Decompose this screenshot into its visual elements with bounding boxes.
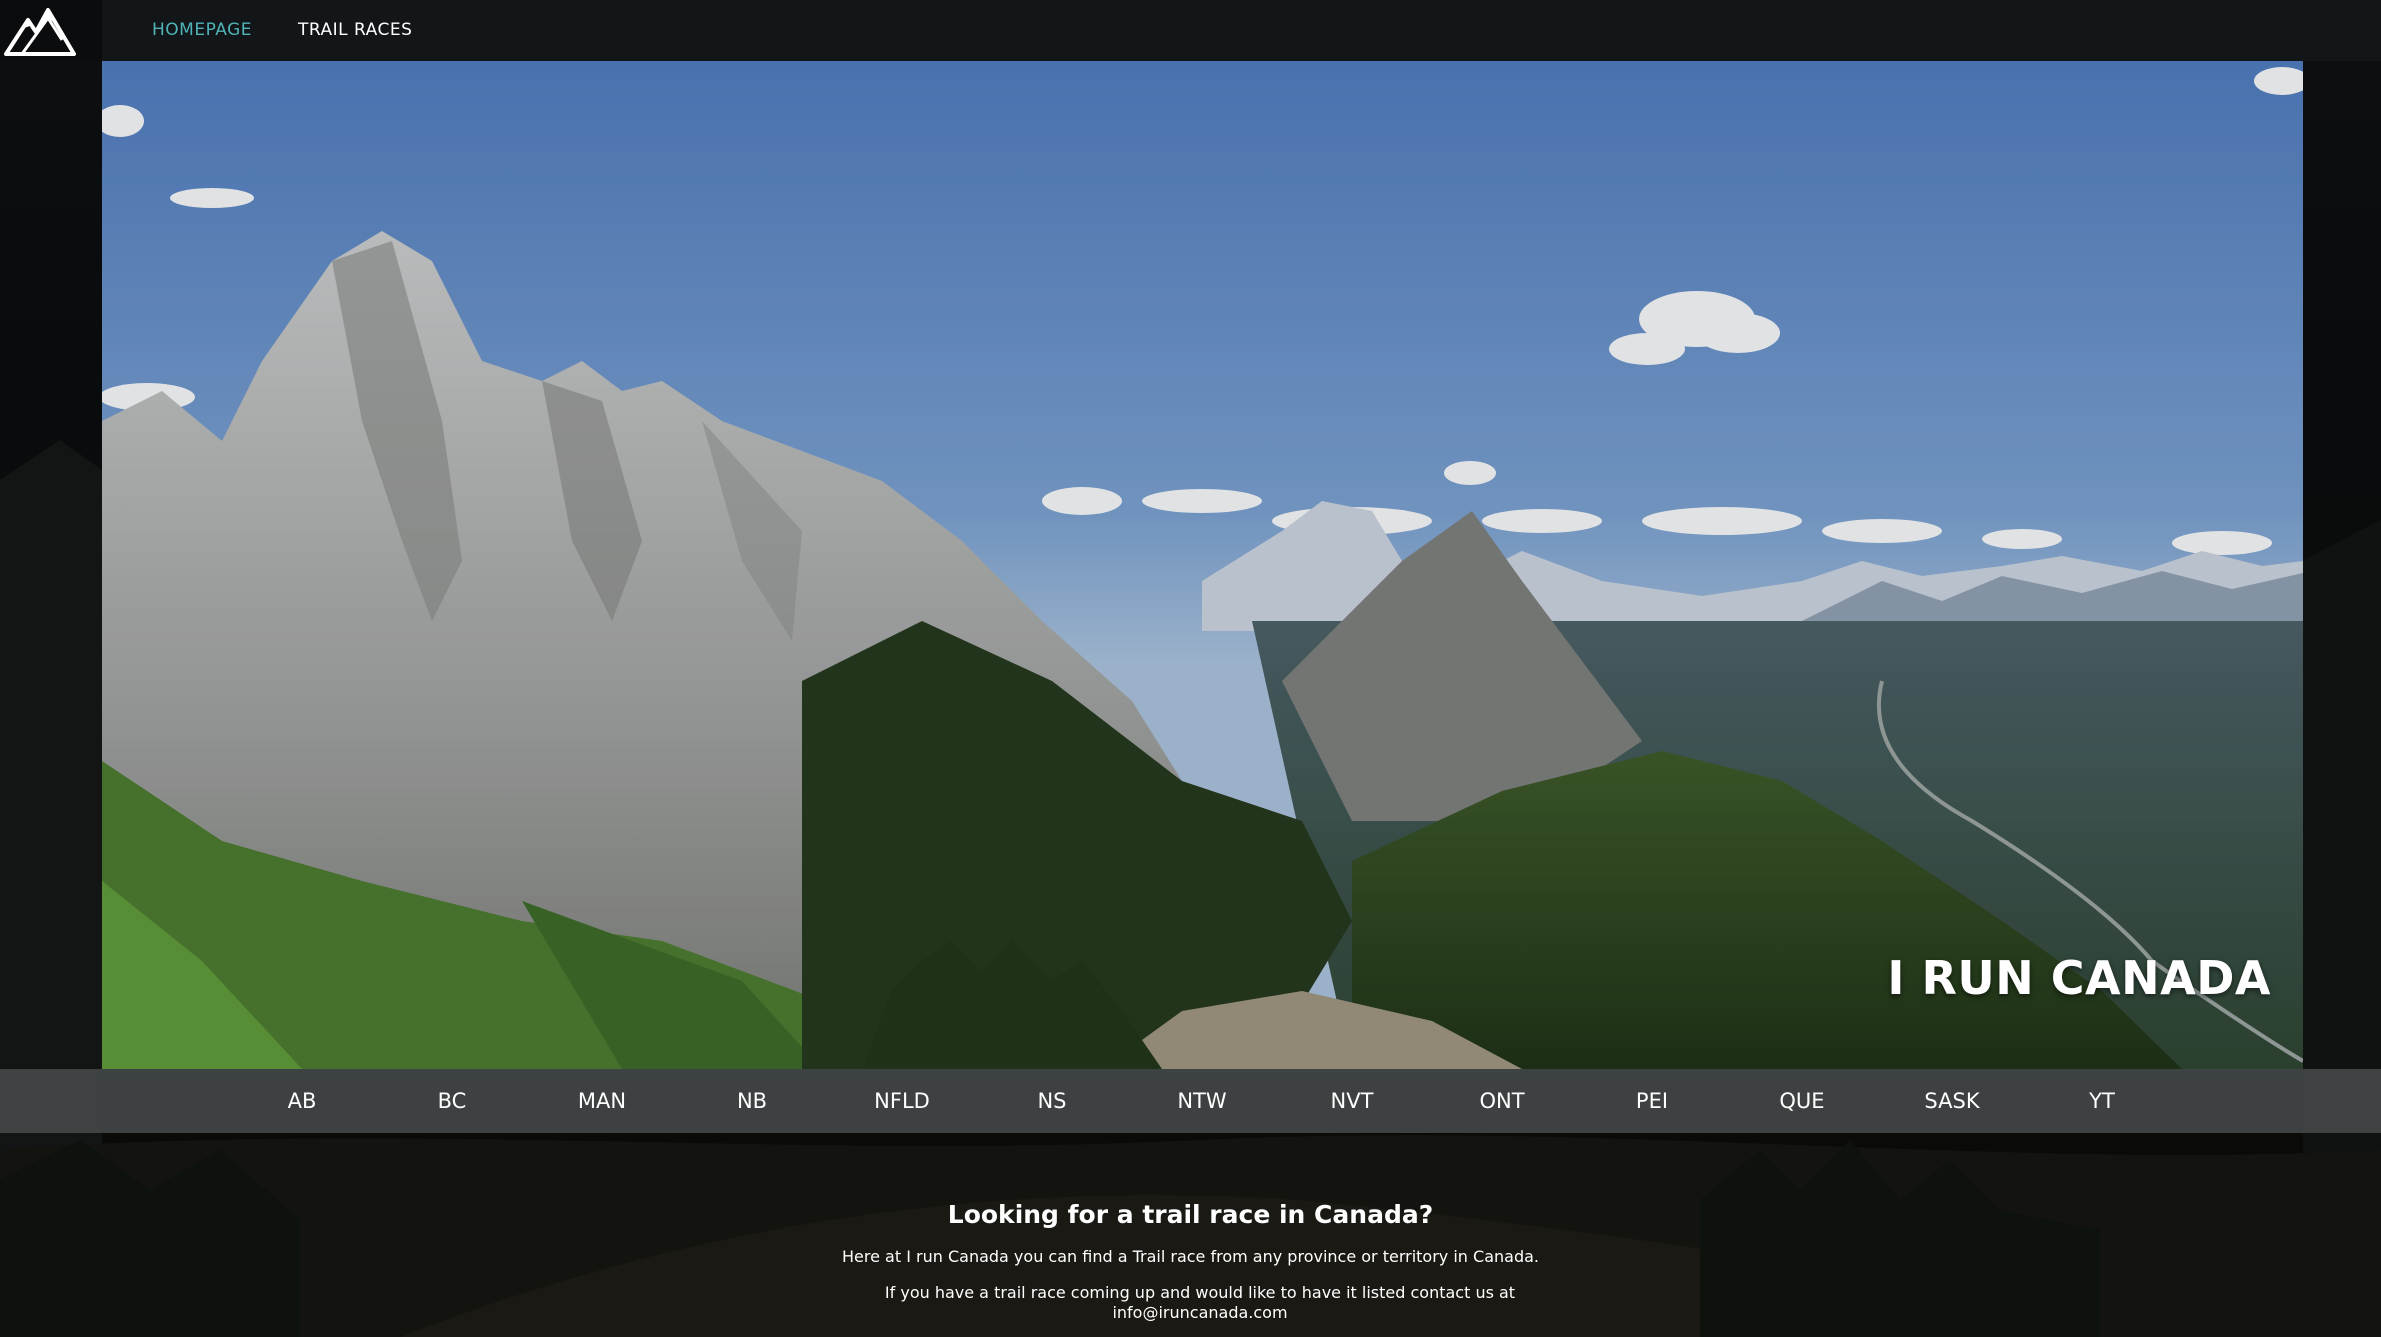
province-link-sask[interactable]: SASK bbox=[1892, 1089, 2012, 1113]
intro-section: Looking for a trail race in Canada? Here… bbox=[0, 1133, 2381, 1337]
province-link-nb[interactable]: NB bbox=[692, 1089, 812, 1113]
province-link-ont[interactable]: ONT bbox=[1442, 1089, 1562, 1113]
province-link-ns[interactable]: NS bbox=[992, 1089, 1112, 1113]
page: HOMEPAGE TRAIL RACES I RUN CANADA AB BC … bbox=[0, 0, 2381, 1337]
province-link-bc[interactable]: BC bbox=[392, 1089, 512, 1113]
province-link-man[interactable]: MAN bbox=[542, 1089, 662, 1113]
mountain-logo-icon bbox=[4, 8, 76, 56]
province-link-nfld[interactable]: NFLD bbox=[842, 1089, 962, 1113]
province-link-ab[interactable]: AB bbox=[242, 1089, 362, 1113]
hero-banner: I RUN CANADA bbox=[102, 61, 2303, 1069]
province-link-pei[interactable]: PEI bbox=[1592, 1089, 1712, 1113]
intro-heading: Looking for a trail race in Canada? bbox=[947, 1200, 1434, 1229]
contact-text: If you have a trail race coming up and w… bbox=[884, 1283, 1516, 1322]
top-navbar: HOMEPAGE TRAIL RACES bbox=[0, 0, 2381, 61]
intro-text: Here at I run Canada you can find a Trai… bbox=[842, 1247, 1539, 1266]
province-link-nvt[interactable]: NVT bbox=[1292, 1089, 1412, 1113]
province-menu: AB BC MAN NB NFLD NS NTW NVT ONT PEI QUE… bbox=[0, 1069, 2381, 1133]
province-link-que[interactable]: QUE bbox=[1742, 1089, 1862, 1113]
nav-link-homepage[interactable]: HOMEPAGE bbox=[152, 20, 252, 40]
province-link-ntw[interactable]: NTW bbox=[1142, 1089, 1262, 1113]
hero-title: I RUN CANADA bbox=[1887, 951, 2271, 1005]
nav-link-trail-races[interactable]: TRAIL RACES bbox=[298, 20, 412, 40]
province-link-yt[interactable]: YT bbox=[2042, 1089, 2162, 1113]
hero-mountain-image bbox=[102, 61, 2303, 1069]
logo[interactable] bbox=[0, 0, 102, 61]
